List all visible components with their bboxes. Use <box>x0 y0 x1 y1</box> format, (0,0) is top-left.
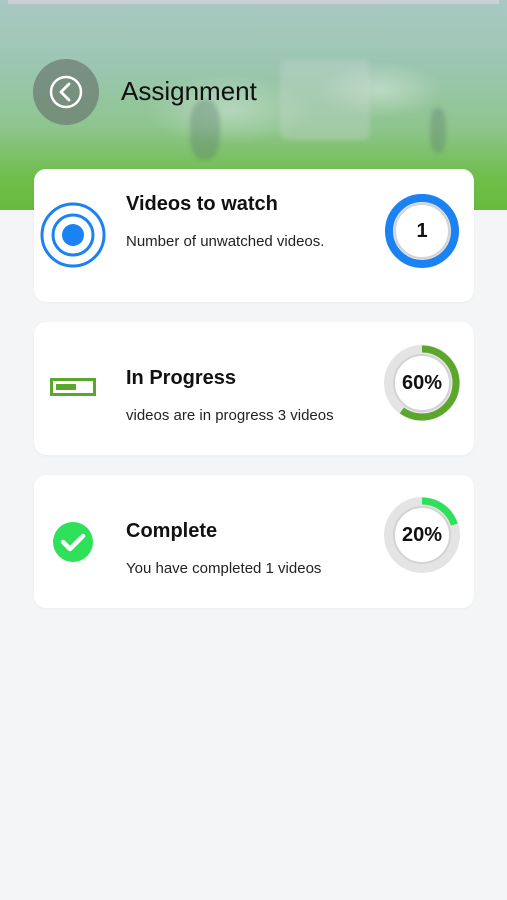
background-figure <box>190 100 220 160</box>
complete-ring: 20% <box>380 493 464 577</box>
target-circle-icon <box>40 202 106 268</box>
progress-bar-icon <box>50 378 96 396</box>
card-title: In Progress <box>126 367 237 389</box>
background-figure <box>430 108 446 153</box>
card-title: Complete <box>126 520 218 542</box>
videos-to-watch-card[interactable]: Videos to watch Number of unwatched vide… <box>34 169 474 302</box>
background-building <box>280 60 370 140</box>
card-title: Videos to watch <box>126 193 278 215</box>
chevron-left-circle-icon <box>49 75 83 109</box>
unwatched-count-ring: 1 <box>380 189 464 273</box>
card-subtitle: videos are in progress 3 videos <box>126 407 334 424</box>
check-circle-icon <box>53 522 93 562</box>
back-button[interactable] <box>33 59 99 125</box>
ring-value: 20% <box>401 523 443 546</box>
ring-value: 60% <box>401 371 443 394</box>
status-strip <box>8 0 499 4</box>
in-progress-ring: 60% <box>380 341 464 425</box>
card-subtitle: You have completed 1 videos <box>126 560 322 577</box>
card-subtitle: Number of unwatched videos. <box>126 233 325 250</box>
in-progress-card[interactable]: In Progress videos are in progress 3 vid… <box>34 322 474 455</box>
ring-value: 1 <box>416 219 428 242</box>
page-title: Assignment <box>121 76 257 106</box>
complete-card[interactable]: Complete You have completed 1 videos 20% <box>34 475 474 608</box>
